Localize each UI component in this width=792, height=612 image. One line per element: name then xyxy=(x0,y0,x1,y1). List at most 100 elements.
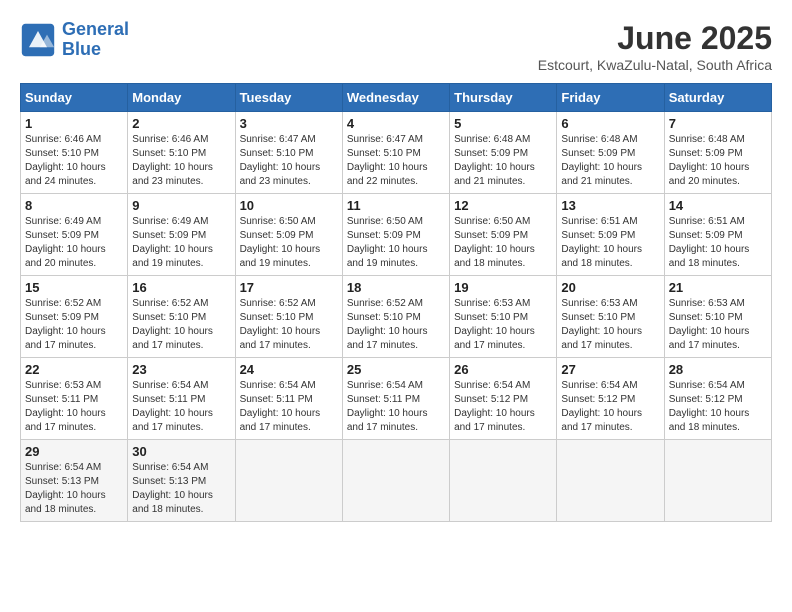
calendar-week-row: 8 Sunrise: 6:49 AM Sunset: 5:09 PM Dayli… xyxy=(21,194,772,276)
page-header: General Blue June 2025 Estcourt, KwaZulu… xyxy=(20,20,772,73)
day-info: Sunrise: 6:54 AM Sunset: 5:13 PM Dayligh… xyxy=(25,461,123,517)
calendar-cell: 15 Sunrise: 6:52 AM Sunset: 5:09 PM Dayl… xyxy=(21,276,128,358)
calendar-cell: 30 Sunrise: 6:54 AM Sunset: 5:13 PM Dayl… xyxy=(128,440,235,522)
calendar-cell: 10 Sunrise: 6:50 AM Sunset: 5:09 PM Dayl… xyxy=(235,194,342,276)
month-title: June 2025 xyxy=(538,20,772,57)
day-number: 11 xyxy=(347,198,445,213)
calendar-cell: 9 Sunrise: 6:49 AM Sunset: 5:09 PM Dayli… xyxy=(128,194,235,276)
calendar-cell: 22 Sunrise: 6:53 AM Sunset: 5:11 PM Dayl… xyxy=(21,358,128,440)
day-number: 6 xyxy=(561,116,659,131)
day-number: 20 xyxy=(561,280,659,295)
calendar-cell xyxy=(235,440,342,522)
day-number: 27 xyxy=(561,362,659,377)
calendar-cell xyxy=(557,440,664,522)
day-number: 4 xyxy=(347,116,445,131)
calendar-cell: 4 Sunrise: 6:47 AM Sunset: 5:10 PM Dayli… xyxy=(342,112,449,194)
day-info: Sunrise: 6:46 AM Sunset: 5:10 PM Dayligh… xyxy=(132,133,230,189)
day-info: Sunrise: 6:54 AM Sunset: 5:11 PM Dayligh… xyxy=(347,379,445,435)
calendar-cell xyxy=(450,440,557,522)
day-info: Sunrise: 6:46 AM Sunset: 5:10 PM Dayligh… xyxy=(25,133,123,189)
calendar-cell: 29 Sunrise: 6:54 AM Sunset: 5:13 PM Dayl… xyxy=(21,440,128,522)
calendar-header-sunday: Sunday xyxy=(21,84,128,112)
calendar-cell: 26 Sunrise: 6:54 AM Sunset: 5:12 PM Dayl… xyxy=(450,358,557,440)
calendar-header-thursday: Thursday xyxy=(450,84,557,112)
calendar-header-monday: Monday xyxy=(128,84,235,112)
day-info: Sunrise: 6:48 AM Sunset: 5:09 PM Dayligh… xyxy=(669,133,767,189)
day-info: Sunrise: 6:47 AM Sunset: 5:10 PM Dayligh… xyxy=(240,133,338,189)
calendar-cell: 13 Sunrise: 6:51 AM Sunset: 5:09 PM Dayl… xyxy=(557,194,664,276)
day-info: Sunrise: 6:52 AM Sunset: 5:10 PM Dayligh… xyxy=(347,297,445,353)
day-info: Sunrise: 6:50 AM Sunset: 5:09 PM Dayligh… xyxy=(454,215,552,271)
day-number: 24 xyxy=(240,362,338,377)
day-number: 10 xyxy=(240,198,338,213)
day-number: 14 xyxy=(669,198,767,213)
day-number: 2 xyxy=(132,116,230,131)
day-number: 23 xyxy=(132,362,230,377)
calendar-cell: 17 Sunrise: 6:52 AM Sunset: 5:10 PM Dayl… xyxy=(235,276,342,358)
calendar-cell: 14 Sunrise: 6:51 AM Sunset: 5:09 PM Dayl… xyxy=(664,194,771,276)
day-info: Sunrise: 6:48 AM Sunset: 5:09 PM Dayligh… xyxy=(454,133,552,189)
day-info: Sunrise: 6:54 AM Sunset: 5:11 PM Dayligh… xyxy=(132,379,230,435)
day-info: Sunrise: 6:53 AM Sunset: 5:10 PM Dayligh… xyxy=(561,297,659,353)
calendar-cell: 11 Sunrise: 6:50 AM Sunset: 5:09 PM Dayl… xyxy=(342,194,449,276)
day-number: 19 xyxy=(454,280,552,295)
day-info: Sunrise: 6:49 AM Sunset: 5:09 PM Dayligh… xyxy=(25,215,123,271)
calendar-cell: 18 Sunrise: 6:52 AM Sunset: 5:10 PM Dayl… xyxy=(342,276,449,358)
calendar-cell: 7 Sunrise: 6:48 AM Sunset: 5:09 PM Dayli… xyxy=(664,112,771,194)
location-title: Estcourt, KwaZulu-Natal, South Africa xyxy=(538,57,772,73)
day-info: Sunrise: 6:52 AM Sunset: 5:10 PM Dayligh… xyxy=(132,297,230,353)
day-info: Sunrise: 6:51 AM Sunset: 5:09 PM Dayligh… xyxy=(669,215,767,271)
calendar-week-row: 15 Sunrise: 6:52 AM Sunset: 5:09 PM Dayl… xyxy=(21,276,772,358)
day-number: 21 xyxy=(669,280,767,295)
calendar-cell: 1 Sunrise: 6:46 AM Sunset: 5:10 PM Dayli… xyxy=(21,112,128,194)
day-number: 26 xyxy=(454,362,552,377)
calendar-cell: 16 Sunrise: 6:52 AM Sunset: 5:10 PM Dayl… xyxy=(128,276,235,358)
day-info: Sunrise: 6:54 AM Sunset: 5:11 PM Dayligh… xyxy=(240,379,338,435)
calendar-header-tuesday: Tuesday xyxy=(235,84,342,112)
calendar-header-wednesday: Wednesday xyxy=(342,84,449,112)
day-info: Sunrise: 6:49 AM Sunset: 5:09 PM Dayligh… xyxy=(132,215,230,271)
calendar-cell: 5 Sunrise: 6:48 AM Sunset: 5:09 PM Dayli… xyxy=(450,112,557,194)
day-number: 13 xyxy=(561,198,659,213)
calendar-cell: 28 Sunrise: 6:54 AM Sunset: 5:12 PM Dayl… xyxy=(664,358,771,440)
day-info: Sunrise: 6:50 AM Sunset: 5:09 PM Dayligh… xyxy=(240,215,338,271)
day-info: Sunrise: 6:53 AM Sunset: 5:10 PM Dayligh… xyxy=(669,297,767,353)
day-info: Sunrise: 6:53 AM Sunset: 5:11 PM Dayligh… xyxy=(25,379,123,435)
day-number: 28 xyxy=(669,362,767,377)
calendar-table: SundayMondayTuesdayWednesdayThursdayFrid… xyxy=(20,83,772,522)
calendar-header-friday: Friday xyxy=(557,84,664,112)
day-number: 17 xyxy=(240,280,338,295)
calendar-cell: 25 Sunrise: 6:54 AM Sunset: 5:11 PM Dayl… xyxy=(342,358,449,440)
calendar-cell: 3 Sunrise: 6:47 AM Sunset: 5:10 PM Dayli… xyxy=(235,112,342,194)
calendar-header-row: SundayMondayTuesdayWednesdayThursdayFrid… xyxy=(21,84,772,112)
day-info: Sunrise: 6:50 AM Sunset: 5:09 PM Dayligh… xyxy=(347,215,445,271)
day-number: 22 xyxy=(25,362,123,377)
calendar-cell: 24 Sunrise: 6:54 AM Sunset: 5:11 PM Dayl… xyxy=(235,358,342,440)
calendar-cell: 12 Sunrise: 6:50 AM Sunset: 5:09 PM Dayl… xyxy=(450,194,557,276)
title-area: June 2025 Estcourt, KwaZulu-Natal, South… xyxy=(538,20,772,73)
logo-line2: Blue xyxy=(62,39,101,59)
calendar-cell: 27 Sunrise: 6:54 AM Sunset: 5:12 PM Dayl… xyxy=(557,358,664,440)
day-info: Sunrise: 6:53 AM Sunset: 5:10 PM Dayligh… xyxy=(454,297,552,353)
calendar-week-row: 1 Sunrise: 6:46 AM Sunset: 5:10 PM Dayli… xyxy=(21,112,772,194)
calendar-header-saturday: Saturday xyxy=(664,84,771,112)
day-number: 5 xyxy=(454,116,552,131)
day-number: 12 xyxy=(454,198,552,213)
day-number: 30 xyxy=(132,444,230,459)
calendar-week-row: 22 Sunrise: 6:53 AM Sunset: 5:11 PM Dayl… xyxy=(21,358,772,440)
day-info: Sunrise: 6:48 AM Sunset: 5:09 PM Dayligh… xyxy=(561,133,659,189)
calendar-cell xyxy=(342,440,449,522)
day-info: Sunrise: 6:52 AM Sunset: 5:09 PM Dayligh… xyxy=(25,297,123,353)
logo-line1: General xyxy=(62,19,129,39)
calendar-body: 1 Sunrise: 6:46 AM Sunset: 5:10 PM Dayli… xyxy=(21,112,772,522)
calendar-cell: 19 Sunrise: 6:53 AM Sunset: 5:10 PM Dayl… xyxy=(450,276,557,358)
day-number: 18 xyxy=(347,280,445,295)
day-number: 7 xyxy=(669,116,767,131)
calendar-week-row: 29 Sunrise: 6:54 AM Sunset: 5:13 PM Dayl… xyxy=(21,440,772,522)
day-info: Sunrise: 6:54 AM Sunset: 5:13 PM Dayligh… xyxy=(132,461,230,517)
day-info: Sunrise: 6:54 AM Sunset: 5:12 PM Dayligh… xyxy=(669,379,767,435)
day-number: 9 xyxy=(132,198,230,213)
calendar-cell: 20 Sunrise: 6:53 AM Sunset: 5:10 PM Dayl… xyxy=(557,276,664,358)
day-info: Sunrise: 6:54 AM Sunset: 5:12 PM Dayligh… xyxy=(561,379,659,435)
calendar-cell: 23 Sunrise: 6:54 AM Sunset: 5:11 PM Dayl… xyxy=(128,358,235,440)
